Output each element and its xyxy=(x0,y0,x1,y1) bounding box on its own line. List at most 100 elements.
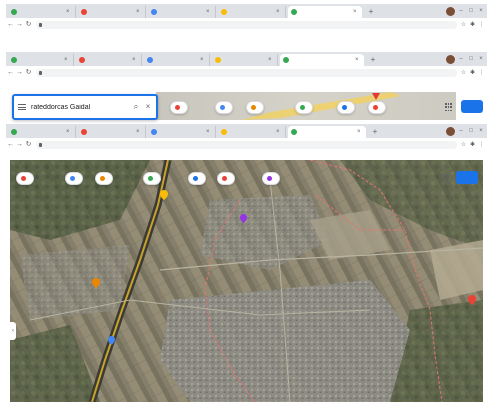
tab-close-icon[interactable]: × xyxy=(200,57,206,63)
hamburger-menu-icon[interactable] xyxy=(18,103,26,112)
tab-close-icon[interactable]: × xyxy=(276,129,282,135)
collapse-panel-handle[interactable]: ‹ xyxy=(10,322,16,340)
menu-dots-icon[interactable]: ⋮ xyxy=(478,141,485,149)
profile-avatar[interactable] xyxy=(446,7,455,16)
google-apps-icon[interactable] xyxy=(445,103,452,112)
window-controls: – □ × xyxy=(446,127,485,136)
tab-5-active[interactable]: × xyxy=(288,126,366,138)
forward-arrow-icon[interactable]: → xyxy=(15,140,24,150)
extension-icon[interactable]: ✱ xyxy=(469,21,476,29)
address-bar[interactable] xyxy=(36,21,457,29)
tab-5-active[interactable]: × xyxy=(280,54,364,66)
back-arrow-icon[interactable]: ← xyxy=(6,140,15,150)
tab-close-icon[interactable]: × xyxy=(136,9,142,15)
menu-dots-icon[interactable]: ⋮ xyxy=(478,21,485,29)
map-pin-icon[interactable] xyxy=(468,295,476,305)
map-pin-icon[interactable] xyxy=(92,278,100,288)
tab-close-icon[interactable]: × xyxy=(66,9,72,15)
tab-2[interactable]: × xyxy=(78,126,146,138)
extension-icon[interactable]: ✱ xyxy=(469,141,476,149)
star-icon[interactable]: ☆ xyxy=(460,141,467,149)
tab-close-icon[interactable]: × xyxy=(64,57,70,63)
profile-avatar[interactable] xyxy=(446,127,455,136)
minimize-icon[interactable]: – xyxy=(457,127,465,136)
tab-close-icon[interactable]: × xyxy=(206,9,212,15)
tab-close-icon[interactable]: × xyxy=(66,129,72,135)
map-pin-icon[interactable] xyxy=(160,190,168,200)
tab-favicon-icon xyxy=(151,129,157,135)
tab-close-icon[interactable]: × xyxy=(276,9,282,15)
tab-strip: × × × × × + – □ × xyxy=(6,4,487,18)
new-tab-button[interactable]: + xyxy=(368,54,378,66)
address-bar[interactable] xyxy=(36,141,457,149)
tab-4[interactable]: × xyxy=(212,54,278,66)
clear-search-icon[interactable]: × xyxy=(144,103,152,111)
tab-3[interactable]: × xyxy=(148,126,216,138)
tab-close-icon[interactable]: × xyxy=(353,9,359,15)
tab-4[interactable]: × xyxy=(218,6,286,18)
map-pin-icon[interactable] xyxy=(108,336,115,345)
tab-close-icon[interactable]: × xyxy=(206,129,212,135)
reload-icon[interactable]: ↻ xyxy=(24,20,33,30)
map-chip-4[interactable] xyxy=(143,172,161,185)
back-arrow-icon[interactable]: ← xyxy=(6,68,15,78)
search-icon[interactable]: ⌕ xyxy=(132,103,140,111)
map-chip-6[interactable] xyxy=(217,172,235,185)
menu-dots-icon[interactable]: ⋮ xyxy=(478,69,485,77)
sign-in-button[interactable] xyxy=(456,171,478,184)
new-tab-button[interactable]: + xyxy=(370,126,380,138)
minimize-icon[interactable]: – xyxy=(457,7,465,16)
forward-arrow-icon[interactable]: → xyxy=(15,20,24,30)
map-chip-3[interactable] xyxy=(95,172,113,185)
reload-icon[interactable]: ↻ xyxy=(24,140,33,150)
tab-close-icon[interactable]: × xyxy=(357,129,363,135)
sign-in-button[interactable] xyxy=(461,100,483,113)
new-tab-button[interactable]: + xyxy=(366,6,376,18)
category-chip-6[interactable] xyxy=(368,101,386,114)
profile-avatar[interactable] xyxy=(446,55,455,64)
reload-icon[interactable]: ↻ xyxy=(24,68,33,78)
tab-close-icon[interactable]: × xyxy=(268,57,274,63)
lock-icon xyxy=(39,143,42,147)
maps-search-box[interactable]: rateddorcas Gaidal ⌕ × xyxy=(12,94,158,120)
tab-1[interactable]: × xyxy=(8,6,76,18)
extension-icon[interactable]: ✱ xyxy=(469,69,476,77)
tab-4[interactable]: × xyxy=(218,126,286,138)
tab-close-icon[interactable]: × xyxy=(355,57,361,63)
map-chip-2[interactable] xyxy=(65,172,83,185)
category-chip-1[interactable] xyxy=(170,101,188,114)
tab-2[interactable]: × xyxy=(78,6,146,18)
tab-2[interactable]: × xyxy=(76,54,142,66)
maximize-icon[interactable]: □ xyxy=(467,55,475,64)
maximize-icon[interactable]: □ xyxy=(467,127,475,136)
category-chip-3[interactable] xyxy=(246,101,264,114)
tab-5-active[interactable]: × xyxy=(288,6,362,18)
satellite-map[interactable]: ‹ xyxy=(10,160,483,402)
star-icon[interactable]: ☆ xyxy=(460,21,467,29)
map-chip-7[interactable] xyxy=(262,172,280,185)
map-pin-icon[interactable] xyxy=(240,214,247,223)
close-window-icon[interactable]: × xyxy=(477,7,485,16)
google-apps-icon[interactable] xyxy=(442,174,449,183)
star-icon[interactable]: ☆ xyxy=(460,69,467,77)
tab-favicon-icon xyxy=(147,57,153,63)
tab-3[interactable]: × xyxy=(144,54,210,66)
hotel-icon xyxy=(220,105,225,110)
tab-1[interactable]: × xyxy=(8,54,74,66)
minimize-icon[interactable]: – xyxy=(457,55,465,64)
map-chip-5[interactable] xyxy=(188,172,206,185)
category-chip-4[interactable] xyxy=(295,101,313,114)
tab-close-icon[interactable]: × xyxy=(136,129,142,135)
maximize-icon[interactable]: □ xyxy=(467,7,475,16)
map-chip-1[interactable] xyxy=(16,172,34,185)
close-window-icon[interactable]: × xyxy=(477,127,485,136)
category-chip-5[interactable] xyxy=(337,101,355,114)
close-window-icon[interactable]: × xyxy=(477,55,485,64)
forward-arrow-icon[interactable]: → xyxy=(15,68,24,78)
tab-3[interactable]: × xyxy=(148,6,216,18)
back-arrow-icon[interactable]: ← xyxy=(6,20,15,30)
tab-1[interactable]: × xyxy=(8,126,76,138)
category-chip-2[interactable] xyxy=(215,101,233,114)
tab-close-icon[interactable]: × xyxy=(132,57,138,63)
address-bar[interactable] xyxy=(36,69,457,77)
